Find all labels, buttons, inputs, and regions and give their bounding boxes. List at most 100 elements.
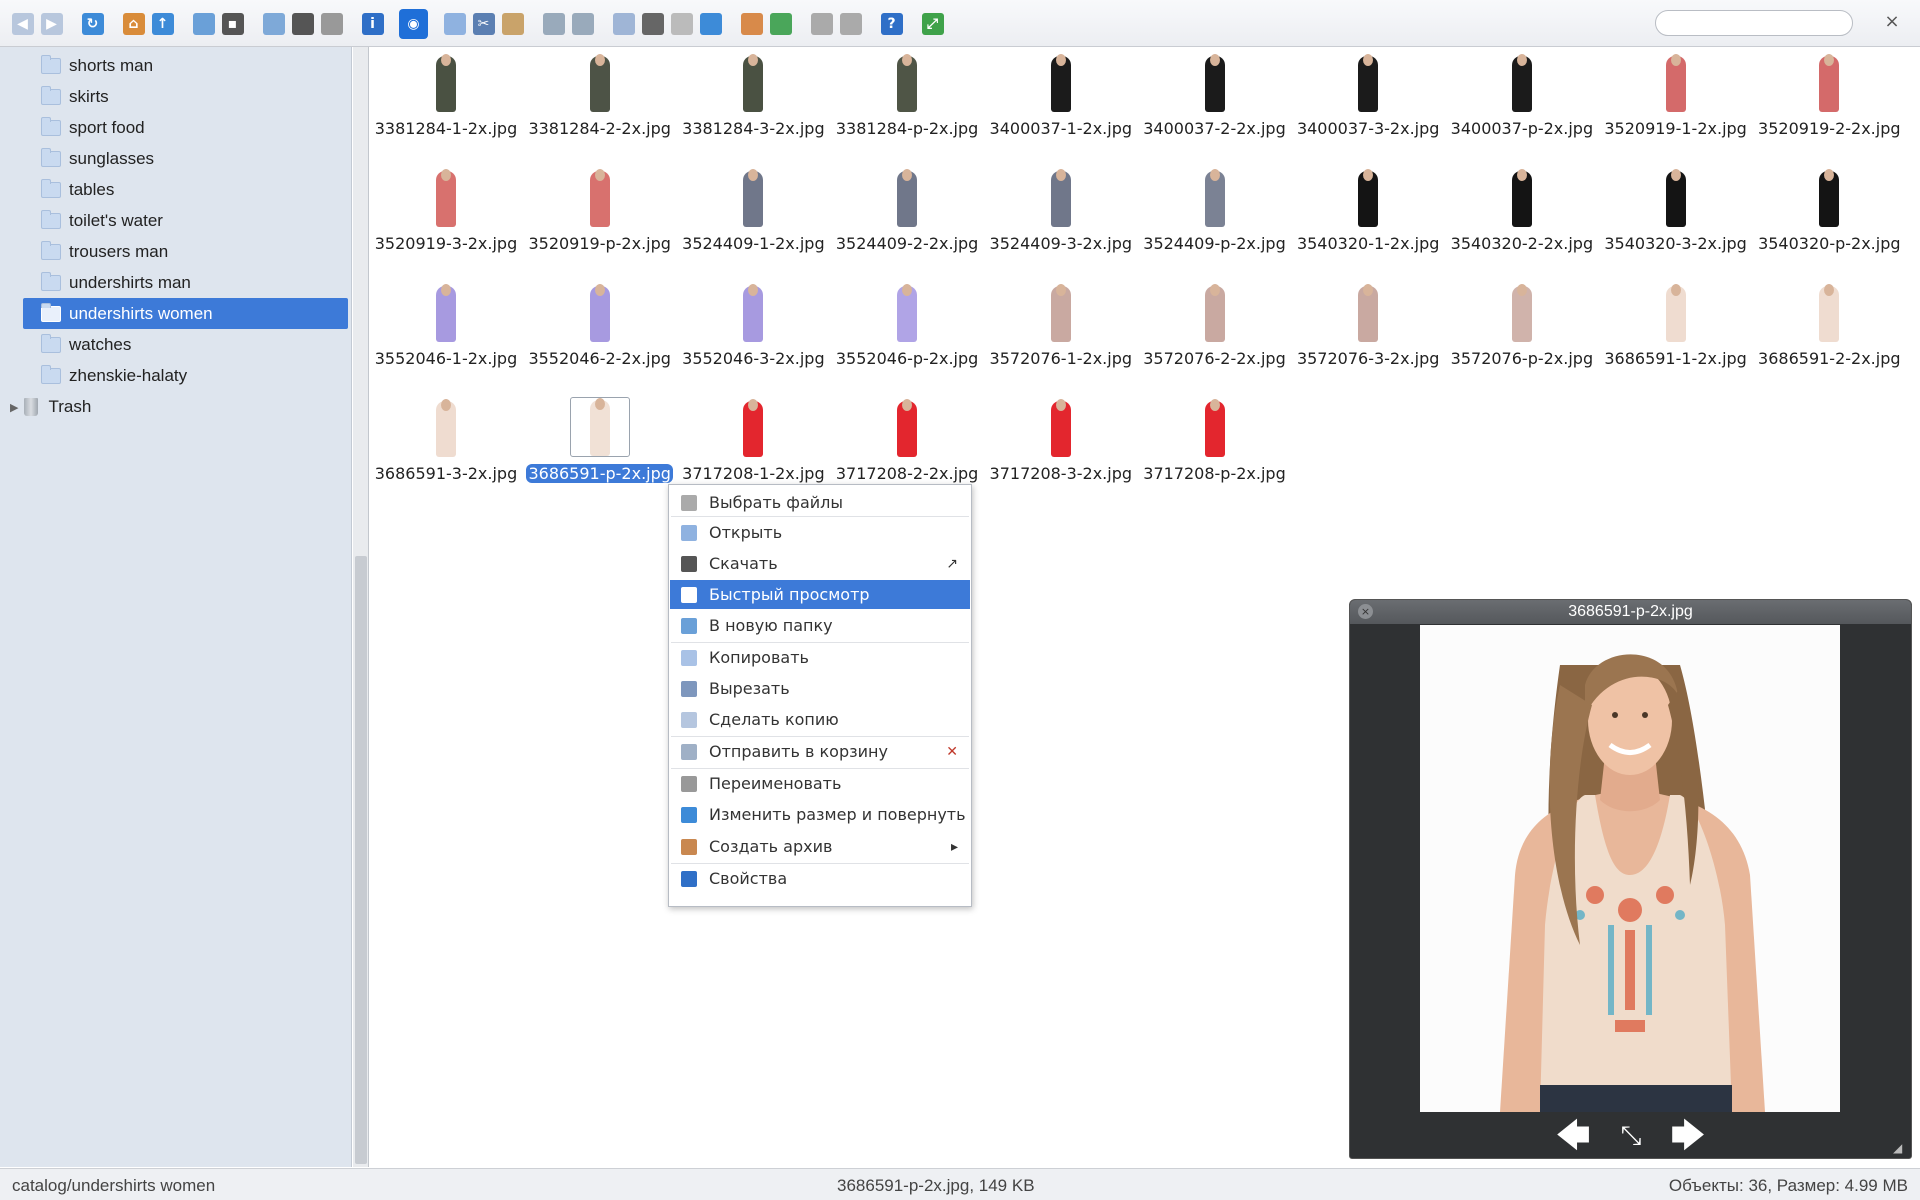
tree-item-undershirts-man[interactable]: undershirts man (23, 267, 348, 298)
menu-item-cut[interactable]: Вырезать (670, 674, 970, 703)
menu-item-copy[interactable]: Копировать (670, 643, 970, 672)
archive-button[interactable] (737, 8, 766, 40)
menu-item-duplicate[interactable]: Сделать копию (670, 705, 970, 734)
file-item[interactable]: 3381284-2-2x.jpg (524, 47, 676, 159)
file-item[interactable]: 3686591-1-2x.jpg (1600, 277, 1752, 389)
file-item[interactable]: 3381284-1-2x.jpg (370, 47, 522, 159)
file-item[interactable]: 3400037-p-2x.jpg (1446, 47, 1598, 159)
menu-item-archive[interactable]: Создать архив ▸ (670, 832, 970, 861)
menu-item-quicklook[interactable]: Быстрый просмотр (670, 580, 970, 609)
garment-shape (1050, 54, 1071, 112)
quicklook-button[interactable]: ◉ (399, 8, 428, 40)
tree-item-trousers-man[interactable]: trousers man (23, 236, 348, 267)
reload-button[interactable]: ↻ (78, 8, 107, 40)
file-item[interactable]: 3552046-3-2x.jpg (677, 277, 829, 389)
file-item[interactable]: 3572076-p-2x.jpg (1446, 277, 1598, 389)
extract-button[interactable] (766, 8, 795, 40)
file-item[interactable]: 3686591-p-2x.jpg (524, 392, 676, 504)
close-button[interactable]: × (1882, 11, 1902, 33)
quicklook-next-button[interactable]: 🡆 (1668, 1118, 1708, 1154)
file-item[interactable]: 3400037-3-2x.jpg (1292, 47, 1444, 159)
tree-item-trash[interactable]: ▶ Trash (10, 393, 91, 421)
file-item[interactable]: 3686591-2-2x.jpg (1753, 277, 1905, 389)
select-button[interactable] (317, 8, 346, 40)
menu-item-rename[interactable]: Переименовать (670, 769, 970, 798)
rename-button[interactable] (638, 8, 667, 40)
tree-item-tables[interactable]: tables (23, 174, 348, 205)
resize-button[interactable] (696, 8, 725, 40)
file-item[interactable]: 3540320-1-2x.jpg (1292, 162, 1444, 274)
file-item[interactable]: 3552046-p-2x.jpg (831, 277, 983, 389)
file-item[interactable]: 3717208-3-2x.jpg (985, 392, 1137, 504)
delete-button[interactable] (539, 8, 568, 40)
file-item[interactable]: 3524409-3-2x.jpg (985, 162, 1137, 274)
menu-item-open[interactable]: Открыть (670, 518, 970, 547)
file-item[interactable]: 3572076-3-2x.jpg (1292, 277, 1444, 389)
save-button[interactable]: ▪ (218, 8, 247, 40)
fullscreen-button[interactable]: ⤢ (918, 8, 947, 40)
resize-handle-icon[interactable]: ◢ (1893, 1141, 1907, 1155)
file-item[interactable]: 3686591-3-2x.jpg (370, 392, 522, 504)
search-input[interactable] (1655, 10, 1853, 36)
menu-item-info[interactable]: Свойства (670, 864, 970, 893)
file-item[interactable]: 3524409-p-2x.jpg (1139, 162, 1291, 274)
file-item[interactable]: 3540320-2-2x.jpg (1446, 162, 1598, 274)
menu-item-download[interactable]: Скачать ↗ (670, 549, 970, 578)
tree-item-zhenskie-halaty[interactable]: zhenskie-halaty (23, 360, 348, 391)
file-item[interactable]: 3520919-1-2x.jpg (1600, 47, 1752, 159)
file-item[interactable]: 3520919-2-2x.jpg (1753, 47, 1905, 159)
file-item[interactable]: 3520919-3-2x.jpg (370, 162, 522, 274)
fullscreen-icon: ⤢ (921, 13, 944, 35)
expand-arrow-icon[interactable]: ▶ (10, 401, 18, 414)
file-item[interactable]: 3572076-1-2x.jpg (985, 277, 1137, 389)
back-button[interactable]: ◀ (8, 8, 37, 40)
tree-item-skirts[interactable]: skirts (23, 81, 348, 112)
tree-item-shorts-man[interactable]: shorts man (23, 50, 348, 81)
tree-item-toilet-s-water[interactable]: toilet's water (23, 205, 348, 236)
copy-button[interactable] (440, 8, 469, 40)
folder-icon (41, 302, 61, 322)
tree-item-watches[interactable]: watches (23, 329, 348, 360)
tree-item-undershirts-women[interactable]: undershirts women (23, 298, 348, 329)
menu-item-label: Создать архив (709, 837, 833, 856)
file-item[interactable]: 3381284-3-2x.jpg (677, 47, 829, 159)
sort-button[interactable] (836, 8, 865, 40)
menu-item-trash[interactable]: Отправить в корзину ✕ (670, 737, 970, 766)
quicklook-prev-button[interactable]: 🡄 (1553, 1118, 1593, 1154)
file-item[interactable]: 3520919-p-2x.jpg (524, 162, 676, 274)
menu-item-select-files[interactable]: Выбрать файлы (670, 488, 970, 517)
open-button[interactable] (259, 8, 288, 40)
file-item[interactable]: 3552046-1-2x.jpg (370, 277, 522, 389)
paste-button[interactable] (498, 8, 527, 40)
tree-item-sport-food[interactable]: sport food (23, 112, 348, 143)
file-item[interactable]: 3540320-p-2x.jpg (1753, 162, 1905, 274)
file-item[interactable]: 3400037-1-2x.jpg (985, 47, 1137, 159)
file-item[interactable]: 3524409-1-2x.jpg (677, 162, 829, 274)
help-button[interactable]: ? (877, 8, 906, 40)
up-button[interactable]: ↑ (148, 8, 177, 40)
quicklook-expand-button[interactable]: ⤡ (1611, 1118, 1651, 1154)
menu-item-resize[interactable]: Изменить размер и повернуть (670, 800, 970, 829)
file-item[interactable]: 3552046-2-2x.jpg (524, 277, 676, 389)
download-button[interactable] (288, 8, 317, 40)
quicklook-close-button[interactable]: × (1358, 604, 1373, 619)
empty-button[interactable] (568, 8, 597, 40)
duplicate-button[interactable] (609, 8, 638, 40)
cut-button[interactable]: ✂ (469, 8, 498, 40)
file-item[interactable]: 3540320-3-2x.jpg (1600, 162, 1752, 274)
forward-button[interactable]: ▶ (37, 8, 66, 40)
trash-label: Trash (48, 397, 92, 416)
edit-button[interactable] (667, 8, 696, 40)
file-item[interactable]: 3717208-p-2x.jpg (1139, 392, 1291, 504)
info-button[interactable]: i (358, 8, 387, 40)
file-item[interactable]: 3572076-2-2x.jpg (1139, 277, 1291, 389)
tree-item-sunglasses[interactable]: sunglasses (23, 143, 348, 174)
main-scrollbar-thumb[interactable] (355, 556, 367, 1164)
new-folder-button[interactable] (189, 8, 218, 40)
home-button[interactable]: ⌂ (119, 8, 148, 40)
menu-item-new-folder[interactable]: В новую папку (670, 611, 970, 640)
file-item[interactable]: 3524409-2-2x.jpg (831, 162, 983, 274)
view-button[interactable] (807, 8, 836, 40)
file-item[interactable]: 3381284-p-2x.jpg (831, 47, 983, 159)
file-item[interactable]: 3400037-2-2x.jpg (1139, 47, 1291, 159)
